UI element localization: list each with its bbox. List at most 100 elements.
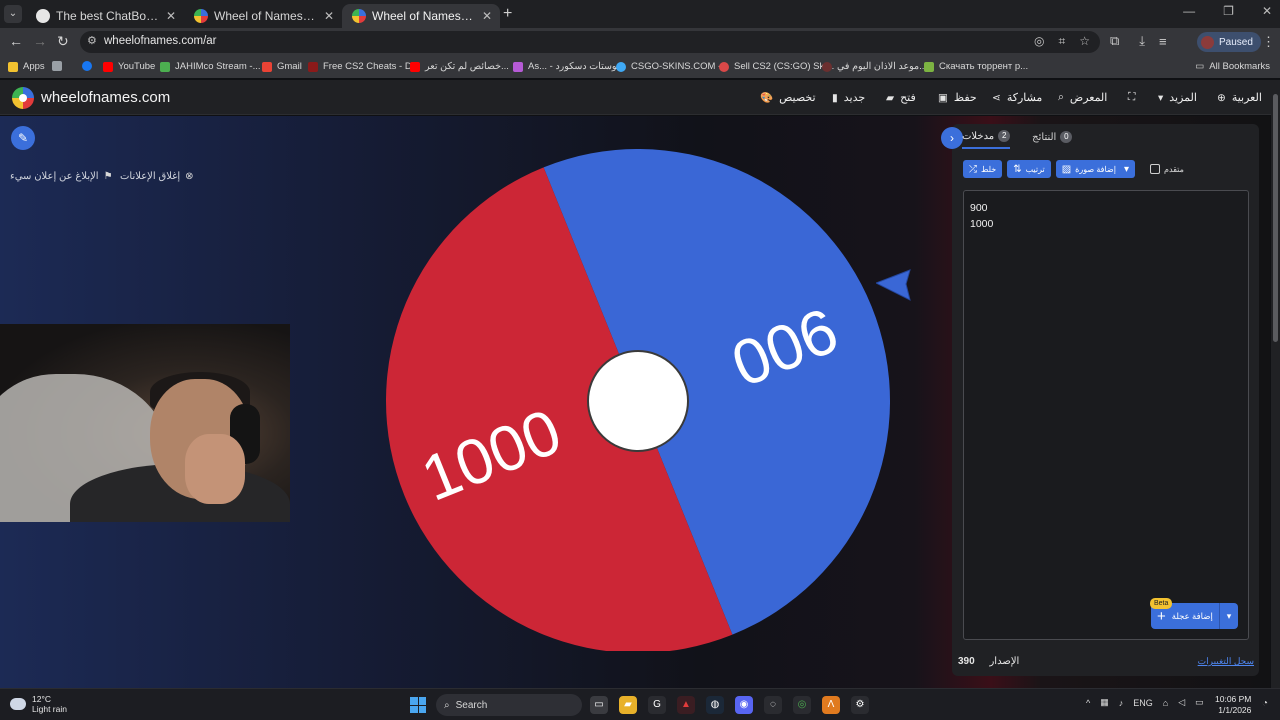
microphone-icon[interactable]: ♪ (1119, 698, 1124, 708)
close-tab-icon[interactable]: ✕ (482, 9, 492, 23)
add-wheel-label: إضافة عجلة (1171, 610, 1213, 621)
wheel-svg[interactable]: 9001000 (386, 147, 890, 651)
reload-icon[interactable]: ↻ (57, 33, 69, 50)
menu-new[interactable]: ▮ جديد (832, 91, 865, 105)
bookmark-youtube-features[interactable]: خصائص لم تكن تعر... (410, 61, 509, 72)
task-view-icon[interactable]: ▭ (590, 696, 608, 714)
bookmark-discord-posts[interactable]: As... - بوستات دسكورد (513, 61, 619, 72)
menu-label: حفظ (953, 92, 977, 104)
close-tab-icon[interactable]: ✕ (166, 9, 176, 23)
tab-entries[interactable]: مدخلات 2 (962, 129, 1011, 149)
entries-panel: › مدخلات 2 النتائج 0 ⤮ خلط ⇅ ترتيب ▨ إضافة … (941, 124, 1259, 676)
all-bookmarks[interactable]: ▭ All Bookmarks (1195, 61, 1270, 72)
temperature: 12°C (32, 694, 51, 704)
obs-icon[interactable]: ◌ (764, 696, 782, 714)
address-bar[interactable]: ⚙ wheelofnames.com/ar ◎ ⌗ ☆ (80, 31, 1100, 53)
bookmark-label: Apps (23, 61, 45, 72)
app-a-icon[interactable]: Λ (822, 696, 840, 714)
close-window-icon[interactable]: ✕ (1262, 4, 1272, 18)
notification-bell-icon[interactable]: ◔ (1262, 698, 1268, 709)
menu-more[interactable]: ▾ المزيد (1158, 91, 1197, 105)
site-info-icon[interactable]: ⚙ (87, 34, 97, 47)
bookmark-star-icon[interactable]: ☆ (1079, 34, 1090, 49)
menu-language[interactable]: ⊕ العربية (1217, 91, 1262, 105)
close-tab-icon[interactable]: ✕ (324, 9, 334, 23)
add-image-button[interactable]: ▨ إضافة صورة ▾ (1055, 160, 1135, 178)
menu-open[interactable]: ▰ فتح (886, 91, 916, 105)
share-icon: ⋖ (992, 91, 1001, 104)
restore-icon[interactable]: ❐ (1223, 4, 1234, 18)
changelog-link[interactable]: سجل التغييرات (1198, 656, 1254, 667)
bookmark-sell-cs2[interactable]: Sell CS2 (CS:GO) Ski... (719, 61, 834, 72)
menu-customize[interactable]: 🎨 تخصيص (760, 91, 816, 104)
eye-off-icon[interactable]: ◎ (1034, 34, 1044, 49)
bookmark-cs2-cheats[interactable]: Free CS2 Cheats - D... (308, 61, 420, 72)
download-icon[interactable]: ⤓ (1139, 33, 1145, 49)
wheel-hub[interactable] (587, 350, 689, 452)
bookmark-youtube[interactable]: YouTube (103, 61, 155, 72)
spin-wheel[interactable]: 900 1000 (386, 147, 890, 651)
report-ad-link[interactable]: الإبلاغ عن إعلان سيء ⚑ (10, 171, 113, 182)
menu-fullscreen[interactable]: ⛶ (1128, 91, 1135, 104)
chrome-icon[interactable]: ◎ (793, 696, 811, 714)
start-windows-icon[interactable] (410, 697, 426, 713)
browser-tab-wheel-1[interactable]: Wheel of Names | اسم العشوائي ✕ (184, 4, 342, 28)
back-icon[interactable]: ← (9, 33, 23, 49)
tab-results[interactable]: النتائج 0 (1032, 129, 1073, 149)
torrent-icon (924, 61, 934, 72)
bookmark-jahimco[interactable]: JAHIMco Stream -... (160, 61, 261, 72)
steam-icon[interactable]: ◍ (706, 696, 724, 714)
new-tab-icon[interactable]: + (503, 5, 512, 23)
bookmark-gmail[interactable]: Gmail (262, 61, 302, 72)
logo-wheel-icon[interactable] (12, 87, 34, 109)
site-name[interactable]: wheelofnames.com (41, 89, 170, 106)
valorant-icon[interactable]: ▲ (677, 696, 695, 714)
close-ads-link[interactable]: إغلاق الإعلانات ⊗ (120, 171, 194, 182)
bookmark-tabs-grid[interactable] (52, 61, 67, 71)
taskbar-search[interactable]: ⌕ Search (436, 694, 582, 716)
shuffle-button[interactable]: ⤮ خلط (963, 160, 1003, 178)
advanced-checkbox[interactable] (1149, 164, 1160, 174)
network-icon[interactable]: ⌂ (1163, 698, 1168, 708)
collapse-panel-icon[interactable]: › (941, 127, 963, 149)
menu-share[interactable]: ⋖ مشاركة (992, 91, 1042, 105)
page-scrollbar[interactable] (1271, 80, 1280, 688)
bookmark-torrent[interactable]: Скачать торрент р... (924, 61, 1028, 72)
sort-button[interactable]: ⇅ ترتيب (1007, 160, 1051, 178)
tray-app-icon[interactable]: ▦ (1100, 697, 1109, 708)
minimize-icon[interactable]: — (1183, 4, 1195, 18)
entries-textarea[interactable]: 900 1000 (963, 190, 1249, 640)
taskbar-clock[interactable]: 10:06 PM 1/1/2026 (1215, 694, 1251, 716)
bookmark-csgo-skins[interactable]: CSGO-SKINS.COM -... (616, 61, 729, 72)
file-explorer-icon[interactable]: ▰ (619, 696, 637, 714)
chevron-up-icon[interactable]: ^ (1086, 698, 1090, 708)
bookmark-prayer-times[interactable]: موعد الاذان اليوم في... (822, 61, 927, 72)
language-indicator[interactable]: ENG (1133, 698, 1153, 708)
diamond-icon (513, 61, 523, 72)
translate-icon[interactable]: ⌗ (1058, 34, 1065, 49)
extensions-icon[interactable]: ⧉ (1110, 33, 1119, 49)
chevron-down-icon: ▾ (1123, 163, 1129, 175)
battery-icon[interactable]: ▭ (1195, 697, 1204, 708)
volume-icon[interactable]: ◁ (1178, 697, 1185, 708)
windows-taskbar: 12°C Light rain ⌕ Search ▭ ▰ G ▲ ◍ ◉ ◌ ◎… (0, 688, 1280, 720)
edit-pencil-icon[interactable]: ✎ (11, 126, 35, 150)
scrollbar-thumb[interactable] (1273, 94, 1278, 342)
settings-gear-icon[interactable]: ⚙ (851, 696, 869, 714)
media-icon[interactable]: ≡ (1159, 34, 1167, 49)
browser-menu-icon[interactable]: ⋮ (1262, 34, 1275, 50)
advanced-toggle[interactable]: متقدم (1149, 164, 1184, 174)
browser-tab-chatbot[interactable]: The best ChatBot and Widgets f ✕ (26, 4, 184, 28)
g-hub-icon[interactable]: G (648, 696, 666, 714)
weather-widget[interactable]: 12°C Light rain (10, 694, 67, 714)
chevron-down-icon[interactable]: ▾ (1220, 611, 1238, 622)
discord-icon[interactable]: ◉ (735, 696, 753, 714)
profile-button[interactable]: Paused (1197, 32, 1261, 52)
bookmark-apps[interactable]: Apps (8, 61, 45, 72)
tab-search-icon[interactable]: ⌄ (4, 5, 22, 23)
bookmark-facebook[interactable] (82, 61, 97, 71)
browser-tab-wheel-2[interactable]: Wheel of Names | اسم العشوائي ✕ (342, 4, 500, 28)
menu-gallery[interactable]: ⌕ المعرض (1058, 91, 1107, 104)
menu-save[interactable]: ▣ حفظ (938, 91, 977, 105)
forward-icon[interactable]: → (33, 33, 47, 49)
